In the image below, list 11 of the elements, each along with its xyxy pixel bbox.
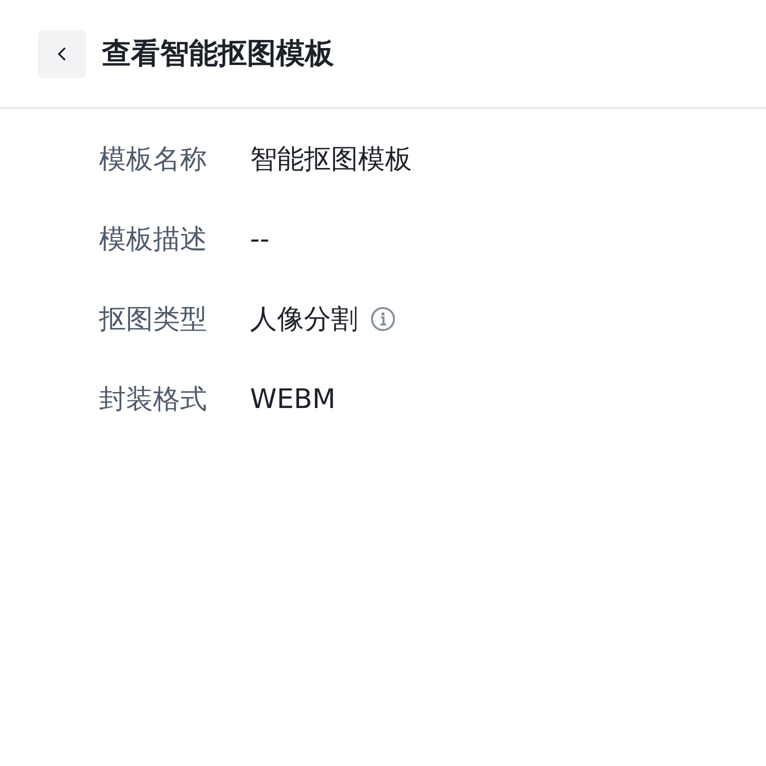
chevron-left-icon [57,46,67,62]
field-value: -- [250,224,270,254]
field-label: 抠图类型 [99,303,208,337]
page-title: 查看智能抠图模板 [102,34,334,72]
field-value: 智能抠图模板 [250,143,412,177]
field-label: 模板名称 [99,143,208,177]
field-value: WEBM [250,384,336,414]
info-icon[interactable] [370,306,396,332]
field-label: 封装格式 [99,383,208,417]
field-value: 人像分割 [250,303,358,337]
field-label: 模板描述 [99,223,208,257]
